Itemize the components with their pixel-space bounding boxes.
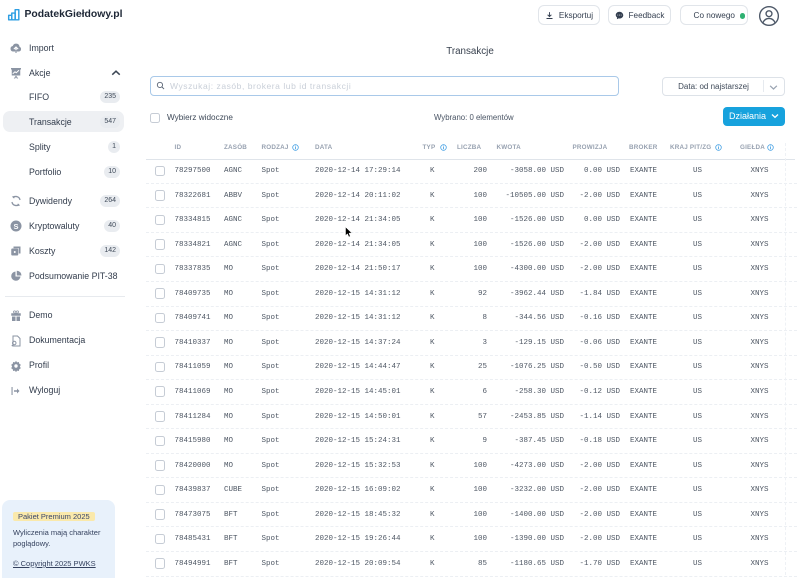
svg-text:S: S xyxy=(13,222,18,231)
